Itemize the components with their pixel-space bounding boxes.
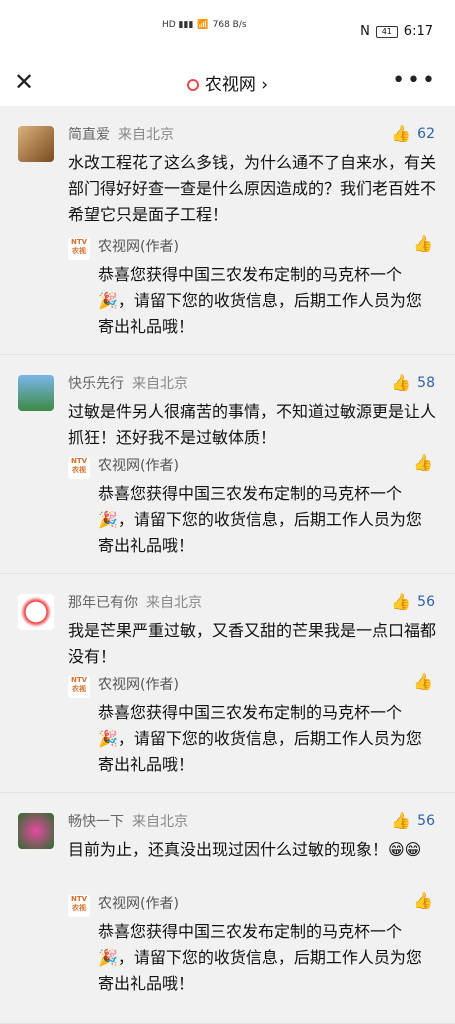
comment-list: 简直爱 来自北京 👍 62 水改工程花了这么多钱，为什么通不了自来水，有关部门得好好… — [0, 106, 455, 1024]
reply-author: 农视网(作者) — [98, 677, 179, 693]
page-title[interactable]: 农视网 › — [0, 70, 455, 95]
like-count: 58 — [417, 374, 435, 391]
reply-author: 农视网(作者) — [98, 458, 179, 474]
reply-like-button[interactable]: 👍 — [413, 672, 433, 691]
location-label: 来自北京 — [146, 595, 202, 611]
thumbs-up-icon: 👍 — [391, 592, 412, 611]
like-button[interactable]: 👍 62 — [391, 124, 435, 143]
reply-text: 恭喜您获得中国三农发布定制的马克杯一个🎉，请留下您的收货信息，后期工作人员为您寄… — [98, 484, 422, 555]
reply-like-button[interactable]: 👍 — [413, 453, 433, 472]
author-logo-icon: NTV农视 — [68, 238, 90, 260]
reply-like-button[interactable]: 👍 — [413, 234, 433, 253]
location-label: 来自北京 — [118, 127, 174, 143]
username[interactable]: 快乐先行 来自北京 — [68, 373, 188, 393]
avatar[interactable] — [18, 375, 54, 411]
comment-text: 我是芒果严重过敏，又香又甜的芒果我是一点口福都没有！ — [68, 621, 437, 666]
list-item: 那年已有你 来自北京 👍 56 我是芒果严重过敏，又香又甜的芒果我是一点口福都没有！… — [0, 574, 455, 793]
chevron-right-icon: › — [261, 75, 269, 95]
more-icon[interactable]: ••• — [392, 68, 437, 93]
list-item: 快乐先行 来自北京 👍 58 过敏是件另人很痛苦的事情，不知道过敏源更是让人抓狂！还… — [0, 355, 455, 574]
username[interactable]: 那年已有你 来自北京 — [68, 592, 202, 612]
reply-text: 恭喜您获得中国三农发布定制的马克杯一个🎉，请留下您的收货信息，后期工作人员为您寄… — [98, 922, 422, 993]
avatar[interactable] — [18, 594, 54, 630]
like-count: 62 — [417, 125, 435, 142]
like-button[interactable]: 👍 56 — [391, 592, 435, 611]
comment-text: 目前为止，还真没出现过因什么过敏的现象！😁😁 — [68, 840, 422, 859]
reply-author: 农视网(作者) — [98, 896, 179, 912]
thumbs-up-icon: 👍 — [391, 124, 412, 143]
list-item: 简直爱 来自北京 👍 62 水改工程花了这么多钱，为什么通不了自来水，有关部门得好好… — [0, 106, 455, 355]
network-indicators: HD ▮▮▮ 📶 768 B/s — [162, 20, 247, 30]
reply-text: 恭喜您获得中国三农发布定制的马克杯一个🎉，请留下您的收货信息，后期工作人员为您寄… — [98, 265, 422, 336]
live-dot-icon — [186, 79, 199, 91]
reply-like-button[interactable]: 👍 — [413, 891, 433, 910]
wifi-icon: 📶 — [197, 20, 209, 30]
reply-text: 恭喜您获得中国三农发布定制的马克杯一个🎉，请留下您的收货信息，后期工作人员为您寄… — [98, 703, 422, 774]
like-button[interactable]: 👍 58 — [391, 373, 435, 392]
username[interactable]: 简直爱 来自北京 — [68, 124, 174, 144]
author-logo-icon: NTV农视 — [68, 676, 90, 698]
thumbs-up-icon: 👍 — [391, 811, 412, 830]
location-label: 来自北京 — [132, 376, 188, 392]
username[interactable]: 畅快一下 来自北京 — [68, 811, 188, 831]
thumbs-up-icon: 👍 — [391, 373, 412, 392]
location-label: 来自北京 — [132, 814, 188, 830]
list-item: 畅快一下 来自北京 👍 56 目前为止，还真没出现过因什么过敏的现象！😁😁 NTV农… — [0, 793, 455, 1024]
avatar[interactable] — [18, 126, 54, 162]
nfc-icon: N — [360, 24, 370, 39]
comment-text: 水改工程花了这么多钱，为什么通不了自来水，有关部门得好好查一查是什么原因造成的？… — [68, 153, 437, 224]
system-indicators: N 41 6:17 — [360, 24, 433, 39]
signal-icon: HD ▮▮▮ — [162, 20, 194, 30]
like-button[interactable]: 👍 56 — [391, 811, 435, 830]
reply-author: 农视网(作者) — [98, 239, 179, 255]
author-logo-icon: NTV农视 — [68, 895, 90, 917]
nav-bar: ✕ 农视网 › ••• — [0, 60, 455, 106]
author-logo-icon: NTV农视 — [68, 457, 90, 479]
like-count: 56 — [417, 593, 435, 610]
like-count: 56 — [417, 812, 435, 829]
status-bar: HD ▮▮▮ 📶 768 B/s N 41 6:17 — [0, 0, 455, 60]
net-speed: 768 B/s — [212, 20, 247, 30]
avatar[interactable] — [18, 813, 54, 849]
comment-text: 过敏是件另人很痛苦的事情，不知道过敏源更是让人抓狂！还好我不是过敏体质！ — [68, 402, 437, 447]
battery-icon: 41 — [375, 25, 398, 38]
clock: 6:17 — [403, 24, 433, 39]
